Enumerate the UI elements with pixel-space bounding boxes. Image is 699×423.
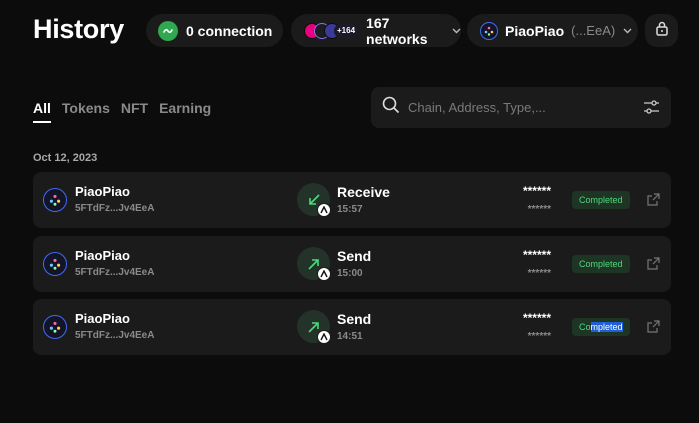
networks-selector[interactable]: +164 167 networks — [291, 14, 461, 47]
transaction-row[interactable]: PiaoPiao 5FTdFz...Jv4EeA Send 14:51 ****… — [33, 299, 671, 355]
transaction-fee: ****** — [527, 268, 551, 279]
transaction-type: Receive — [337, 184, 390, 200]
networks-label: 167 networks — [366, 14, 428, 47]
status-badge: Completed — [572, 318, 630, 336]
tab-all[interactable]: All — [33, 100, 51, 123]
transaction-row[interactable]: PiaoPiao 5FTdFz...Jv4EeA Send 15:00 ****… — [33, 236, 671, 292]
account-name: PiaoPiao — [75, 311, 130, 326]
chevron-down-icon — [623, 28, 632, 34]
transaction-type: Send — [337, 311, 372, 327]
transaction-row[interactable]: PiaoPiao 5FTdFz...Jv4EeA Receive 15:57 *… — [33, 172, 671, 228]
tab-earning[interactable]: Earning — [159, 100, 211, 123]
connection-label: 0 connection — [186, 22, 273, 39]
external-link-icon[interactable] — [647, 320, 660, 338]
avatar — [43, 188, 67, 212]
account-address: (...EeA) — [571, 23, 616, 38]
account-name: PiaoPiao — [75, 184, 130, 199]
external-link-icon[interactable] — [647, 193, 660, 211]
status-badge: Completed — [572, 191, 630, 209]
avatar — [43, 252, 67, 276]
date-group-label: Oct 12, 2023 — [33, 152, 98, 164]
external-link-icon[interactable] — [647, 257, 660, 275]
transaction-time: 15:00 — [337, 268, 363, 279]
account-address: 5FTdFz...Jv4EeA — [75, 330, 155, 341]
transaction-fee: ****** — [527, 204, 551, 215]
status-badge: Completed — [572, 255, 630, 273]
page-title: History — [33, 14, 124, 44]
network-icons: +164 — [304, 22, 359, 39]
transaction-amount: ****** — [522, 311, 551, 325]
tab-tokens[interactable]: Tokens — [62, 100, 110, 123]
chain-icon — [317, 267, 331, 281]
chevron-down-icon — [452, 28, 461, 34]
connection-button[interactable]: 0 connection — [146, 14, 283, 47]
tab-nft[interactable]: NFT — [121, 100, 148, 123]
status-badge-prefix: Co — [579, 322, 591, 332]
search-input[interactable] — [408, 100, 628, 115]
selected-text: mpleted — [590, 322, 623, 332]
avatar — [480, 21, 498, 40]
chain-icon — [317, 330, 331, 344]
transaction-amount: ****** — [522, 184, 551, 198]
transaction-fee: ****** — [527, 331, 551, 342]
lock-button[interactable] — [645, 14, 678, 47]
account-selector[interactable]: PiaoPiao (...EeA) — [467, 14, 638, 47]
transaction-type: Send — [337, 248, 372, 264]
filter-tabs: All Tokens NFT Earning — [33, 100, 222, 123]
transaction-time: 14:51 — [337, 331, 363, 342]
account-address: 5FTdFz...Jv4EeA — [75, 203, 155, 214]
search-icon — [382, 96, 400, 119]
account-name: PiaoPiao — [505, 22, 565, 39]
avatar — [43, 315, 67, 339]
account-address: 5FTdFz...Jv4EeA — [75, 267, 155, 278]
chain-icon — [317, 203, 331, 217]
header: History 0 connection +164 167 networks P… — [0, 0, 699, 62]
link-icon — [158, 20, 178, 41]
sliders-icon[interactable] — [643, 99, 660, 120]
search-bar — [371, 87, 671, 128]
networks-count-badge: +164 — [334, 23, 359, 38]
transaction-time: 15:57 — [337, 204, 363, 215]
account-name: PiaoPiao — [75, 248, 130, 263]
lock-icon — [655, 21, 669, 41]
transaction-amount: ****** — [522, 248, 551, 262]
